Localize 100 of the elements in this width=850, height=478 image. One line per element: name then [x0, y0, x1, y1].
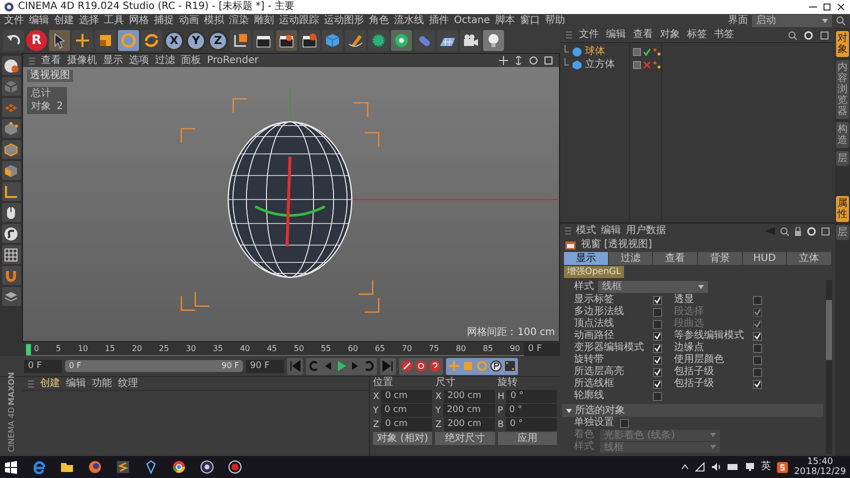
search-icon[interactable] — [788, 30, 797, 40]
camera-button[interactable] — [460, 30, 481, 51]
checkbox[interactable] — [653, 332, 662, 340]
menu-item[interactable]: 功能 — [92, 378, 112, 390]
tab[interactable]: 立体 — [787, 252, 832, 265]
point-grid-icon[interactable] — [504, 360, 516, 372]
grid-icon[interactable] — [3, 246, 19, 262]
coordinate-field[interactable]: 0 cm — [380, 404, 432, 417]
chevron-up-icon[interactable] — [681, 464, 690, 470]
menu-item[interactable]: 编辑 — [606, 29, 626, 41]
checkbox[interactable] — [653, 308, 662, 316]
cube-points-icon[interactable] — [3, 120, 19, 136]
checkbox[interactable] — [653, 344, 662, 352]
cinema-app-icon[interactable] — [200, 460, 214, 474]
menu-item[interactable]: 帮助 — [544, 15, 565, 27]
menu-item[interactable]: 编辑 — [66, 378, 86, 390]
checkbox[interactable] — [653, 392, 662, 400]
checkbox[interactable] — [653, 380, 662, 388]
search-icon[interactable] — [836, 16, 846, 26]
side-tab[interactable]: 内容浏览器 — [836, 60, 849, 119]
section-header[interactable]: 所选的对象 — [562, 404, 823, 417]
pen-button[interactable] — [345, 30, 366, 51]
frame-range-slider[interactable]: 0 F 90 F — [65, 360, 243, 372]
cube-button[interactable] — [322, 30, 343, 51]
checkbox[interactable] — [753, 332, 762, 340]
menu-item[interactable]: 流水线 — [394, 15, 424, 27]
coordinate-field[interactable]: 200 cm — [444, 418, 495, 431]
record-app-icon[interactable] — [228, 460, 242, 474]
text-editor-icon[interactable] — [116, 460, 130, 474]
new-window-icon[interactable] — [821, 226, 830, 236]
coordinate-field[interactable]: 0 ° — [506, 390, 557, 403]
menu-item[interactable]: 脚本 — [494, 15, 515, 27]
checkbox[interactable] — [620, 418, 629, 428]
clock-date[interactable]: 2018/12/29 — [794, 467, 846, 477]
menu-item[interactable]: 运动跟踪 — [279, 15, 319, 27]
cube-icon[interactable] — [3, 78, 19, 94]
restore-icon[interactable] — [822, 2, 832, 12]
undo-button[interactable] — [3, 30, 24, 51]
status-icon[interactable] — [643, 60, 651, 68]
menu-item[interactable]: 捕捉 — [154, 15, 174, 27]
record-icon[interactable] — [401, 360, 413, 372]
coordinate-field[interactable]: 0 ° — [506, 418, 557, 431]
axis-corner-icon[interactable] — [3, 184, 19, 200]
skip-end-icon[interactable] — [382, 360, 394, 372]
mode-dropdown[interactable]: 对象 (相对) — [373, 432, 432, 445]
coordinate-field[interactable]: 0 ° — [505, 404, 557, 417]
battery-icon[interactable] — [727, 463, 740, 471]
tag-dots-icon[interactable] — [653, 48, 661, 56]
cube-edges-icon[interactable] — [3, 142, 19, 158]
menu-item[interactable]: 标签 — [687, 29, 707, 41]
scrollbar[interactable] — [826, 280, 832, 454]
tab[interactable]: 查看 — [653, 252, 698, 265]
checkbox[interactable] — [753, 368, 762, 376]
zoom-view-icon[interactable] — [514, 56, 523, 65]
axis-lock-button[interactable]: Z — [208, 30, 228, 50]
checkbox[interactable] — [653, 356, 662, 364]
menu-item[interactable]: 书签 — [714, 29, 734, 41]
lightbulb-button[interactable] — [483, 30, 504, 51]
loop-back-icon[interactable] — [308, 360, 319, 372]
menu-item[interactable]: 运动图形 — [324, 15, 364, 27]
menu-item[interactable]: 窗口 — [520, 15, 540, 27]
render-view-button[interactable] — [253, 30, 274, 51]
menu-item[interactable]: 动画 — [179, 15, 199, 27]
menu-item[interactable]: 查看 — [633, 29, 653, 41]
axis-lock-button[interactable]: Y — [186, 30, 206, 50]
search-icon[interactable] — [780, 226, 789, 236]
menu-item[interactable]: 模拟 — [204, 15, 224, 27]
snap-icon[interactable] — [3, 226, 19, 242]
menu-item[interactable]: Octane — [454, 15, 490, 27]
menu-item[interactable]: 雕刻 — [254, 15, 274, 27]
tab[interactable]: 显示 — [564, 252, 608, 265]
flower-button[interactable] — [391, 30, 412, 51]
help-icon[interactable] — [429, 360, 441, 372]
logo-button[interactable]: R — [26, 30, 47, 51]
cursor-button[interactable] — [49, 30, 70, 51]
play-icon[interactable] — [336, 360, 347, 372]
gem-icon[interactable] — [144, 460, 158, 474]
style-dropdown[interactable]: 线框 — [598, 281, 708, 293]
scale-button[interactable] — [95, 30, 116, 51]
menu-item[interactable]: 选择 — [79, 15, 99, 27]
menu-item[interactable]: 文件 — [579, 29, 599, 41]
tab[interactable]: 过滤 — [608, 252, 652, 265]
rotate-view-icon[interactable] — [529, 56, 538, 65]
floor-grid-button[interactable] — [437, 30, 458, 51]
tab[interactable]: 背景 — [698, 252, 742, 265]
side-tab[interactable]: 构造 — [836, 122, 849, 148]
menu-item[interactable]: 编辑 — [601, 225, 621, 237]
clock-time[interactable]: 15:40 — [794, 457, 846, 467]
move-view-icon[interactable] — [499, 56, 508, 65]
end-frame-field[interactable]: 90 F — [246, 360, 284, 372]
playhead[interactable] — [26, 344, 31, 354]
menu-item[interactable]: 网格 — [129, 15, 149, 27]
cube-faces-icon[interactable] — [3, 162, 19, 178]
coordinate-field[interactable]: 0 cm — [381, 390, 432, 403]
menu-item[interactable]: 纹理 — [118, 378, 138, 390]
checkbox[interactable] — [653, 296, 662, 304]
menu-item[interactable]: 渲染 — [229, 15, 249, 27]
object-row[interactable]: 立方体 — [560, 58, 629, 71]
fox-browser-icon[interactable] — [88, 460, 102, 474]
menu-item[interactable]: 角色 — [369, 15, 389, 27]
